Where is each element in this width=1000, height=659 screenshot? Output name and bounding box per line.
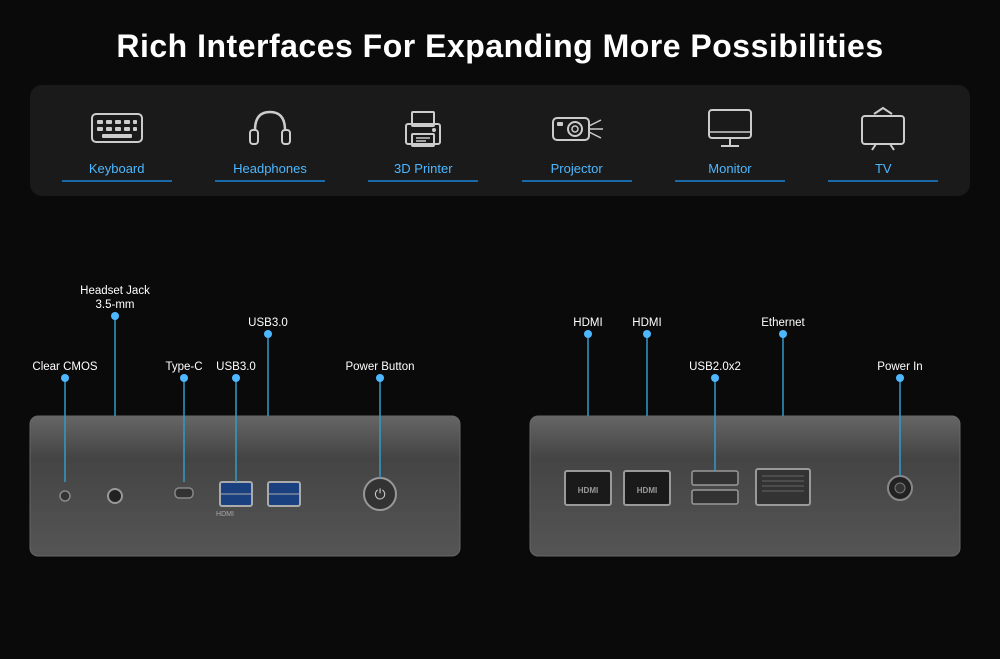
icon-keyboard: Keyboard bbox=[62, 103, 172, 182]
svg-text:Clear CMOS: Clear CMOS bbox=[32, 361, 98, 373]
svg-text:HDMI: HDMI bbox=[573, 317, 602, 329]
monitor-label: Monitor bbox=[675, 161, 785, 182]
icons-bar: Keyboard Headphones 3D Printer bbox=[30, 85, 970, 196]
svg-text:USB2.0x2: USB2.0x2 bbox=[689, 361, 741, 373]
page-title: Rich Interfaces For Expanding More Possi… bbox=[0, 0, 1000, 85]
printer-label: 3D Printer bbox=[368, 161, 478, 182]
tv-icon bbox=[858, 103, 908, 153]
tv-label: TV bbox=[828, 161, 938, 182]
svg-text:3.5-mm: 3.5-mm bbox=[96, 299, 135, 311]
svg-text:USB3.0: USB3.0 bbox=[248, 317, 288, 329]
icon-tv: TV bbox=[828, 103, 938, 182]
svg-text:USB3.0: USB3.0 bbox=[216, 361, 256, 373]
icon-projector: Projector bbox=[522, 103, 632, 182]
icon-monitor: Monitor bbox=[675, 103, 785, 182]
svg-text:Headset Jack: Headset Jack bbox=[80, 285, 150, 297]
icon-headphones: Headphones bbox=[215, 103, 325, 182]
svg-text:HDMI: HDMI bbox=[632, 317, 661, 329]
monitor-icon bbox=[705, 103, 755, 153]
svg-text:⏻: ⏻ bbox=[374, 486, 385, 502]
projector-icon bbox=[547, 103, 607, 153]
icon-printer: 3D Printer bbox=[368, 103, 478, 182]
svg-text:HDMI: HDMI bbox=[578, 486, 598, 495]
printer-icon bbox=[398, 103, 448, 153]
headphones-label: Headphones bbox=[215, 161, 325, 182]
svg-text:Power Button: Power Button bbox=[345, 361, 414, 373]
svg-text:HDMI: HDMI bbox=[216, 511, 234, 518]
headphones-icon bbox=[245, 103, 295, 153]
svg-text:Ethernet: Ethernet bbox=[761, 317, 805, 329]
devices-section: ⏻ HDMI 3.5-mm Headset Jack USB3.0 Clear … bbox=[0, 216, 1000, 586]
svg-text:Type-C: Type-C bbox=[165, 361, 202, 373]
svg-text:HDMI: HDMI bbox=[637, 486, 657, 495]
projector-label: Projector bbox=[522, 161, 632, 182]
keyboard-label: Keyboard bbox=[62, 161, 172, 182]
keyboard-icon bbox=[90, 103, 144, 153]
svg-text:Power In: Power In bbox=[877, 361, 922, 373]
